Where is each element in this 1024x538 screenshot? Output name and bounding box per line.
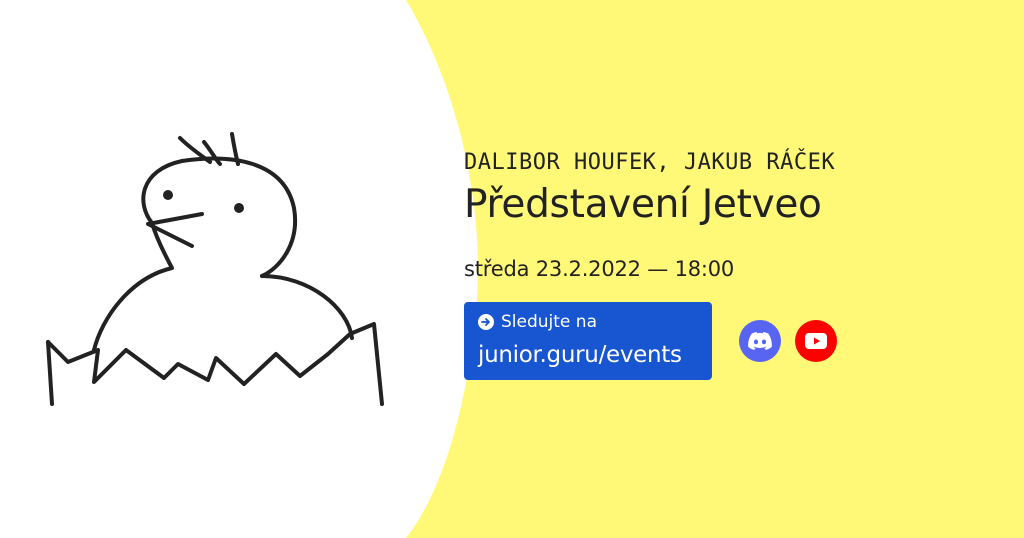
- event-title: Představení Jetveo: [464, 182, 822, 227]
- follow-events-button[interactable]: Sledujte na junior.guru/events: [464, 302, 712, 380]
- discord-icon: [748, 332, 772, 350]
- hatching-chick-illustration: [46, 132, 384, 406]
- event-date: středa 23.2.2022 — 18:00: [464, 257, 735, 281]
- discord-button[interactable]: [739, 320, 781, 362]
- arrow-right-circle-icon: [478, 314, 494, 330]
- cta-url: junior.guru/events: [478, 342, 682, 368]
- youtube-icon: [805, 333, 827, 349]
- event-speakers: DALIBOR HOUFEK, JAKUB RÁČEK: [464, 150, 836, 175]
- youtube-button[interactable]: [795, 320, 837, 362]
- cta-label: Sledujte na: [501, 312, 597, 332]
- cta-top-line: Sledujte na: [478, 311, 698, 333]
- cta-row: Sledujte na junior.guru/events: [464, 302, 1004, 380]
- social-links: [739, 320, 837, 362]
- event-info: DALIBOR HOUFEK, JAKUB RÁČEK Představení …: [464, 148, 1004, 380]
